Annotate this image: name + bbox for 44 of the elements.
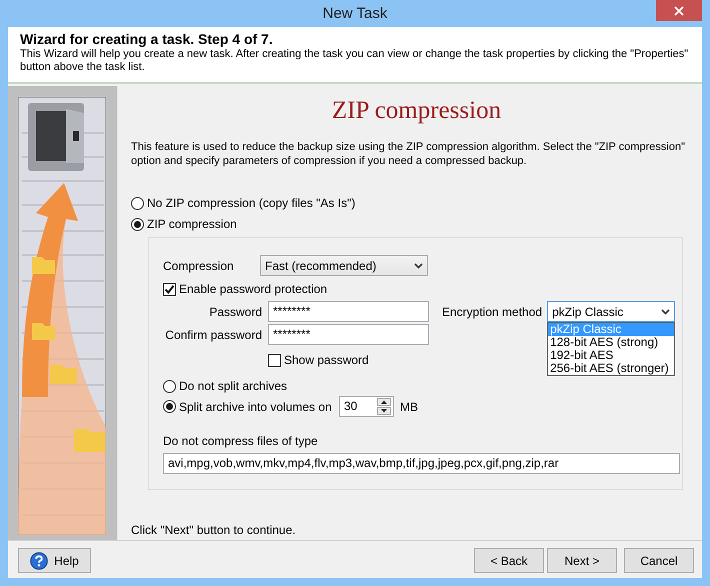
page-heading: ZIP compression xyxy=(330,96,502,126)
checkbox[interactable] xyxy=(268,354,281,366)
input-field[interactable]: ******** xyxy=(268,324,429,345)
help-icon xyxy=(30,552,48,570)
close-button[interactable] xyxy=(656,0,702,21)
step-title: Wizard for creating a task. Step 4 of 7. xyxy=(20,30,274,48)
spin-down-icon[interactable] xyxy=(377,407,391,415)
hint-text: Click "Next" button to continue. xyxy=(131,523,297,537)
intro-text: This feature is used to reduce the backup size using the ZIP compression algorithm. Select the "ZIP compression" option and specify parameters of compression if you need a compressed backup. xyxy=(131,140,686,169)
dropdown-option[interactable]: 192-bit AES xyxy=(548,349,674,362)
password-label: Confirm password xyxy=(164,328,262,342)
encryption-label: Encryption method xyxy=(442,304,542,318)
radio-label[interactable]: Do not split archives xyxy=(179,379,288,393)
close-icon xyxy=(674,6,684,16)
radio-label[interactable]: No ZIP compression (copy files "As Is") xyxy=(147,196,356,210)
dropdown[interactable]: pkZip Classic xyxy=(547,301,676,322)
dialog-button[interactable]: Next > xyxy=(547,548,617,573)
help-button[interactable]: Help xyxy=(18,548,91,573)
unit-label: MB xyxy=(400,400,418,414)
window-title: New Task xyxy=(322,5,388,22)
input-field[interactable]: avi,mpg,vob,wmv,mkv,mp4,flv,mp3,wav,bmp,tif,jpg,jpeg,pcx,gif,png,zip,rar xyxy=(163,453,680,474)
dialog-button[interactable]: Cancel xyxy=(624,548,694,573)
compression-label: Compression xyxy=(163,258,235,272)
checkbox[interactable] xyxy=(163,282,176,296)
radio-label[interactable]: Split archive into volumes on xyxy=(179,400,332,414)
dropdown-option[interactable]: 128-bit AES (strong) xyxy=(548,336,674,349)
exclude-label: Do not compress files of type xyxy=(163,434,319,448)
spin-up-icon[interactable] xyxy=(377,398,391,406)
dialog-button[interactable]: < Back xyxy=(474,548,544,573)
input-field[interactable]: ******** xyxy=(268,301,429,322)
radio-button[interactable] xyxy=(131,218,144,230)
chevron-down-icon xyxy=(661,308,670,314)
radio-button[interactable] xyxy=(131,196,144,210)
radio-label[interactable]: ZIP compression xyxy=(147,217,237,231)
radio-button[interactable] xyxy=(163,400,176,413)
checkbox-label[interactable]: Show password xyxy=(284,353,369,367)
chevron-down-icon xyxy=(414,262,423,268)
password-label: Password xyxy=(208,304,262,318)
spin-box[interactable]: 30 xyxy=(339,396,394,417)
dropdown[interactable]: Fast (recommended) xyxy=(260,255,428,276)
checkbox-label[interactable]: Enable password protection xyxy=(179,282,328,296)
dropdown-option[interactable]: 256-bit AES (stronger) xyxy=(548,362,674,375)
radio-button[interactable] xyxy=(163,380,176,392)
step-description: This Wizard will help you create a new task. After creating the task you can view or change the task properties by clicking the "Properties" button above the task list. xyxy=(20,48,690,74)
